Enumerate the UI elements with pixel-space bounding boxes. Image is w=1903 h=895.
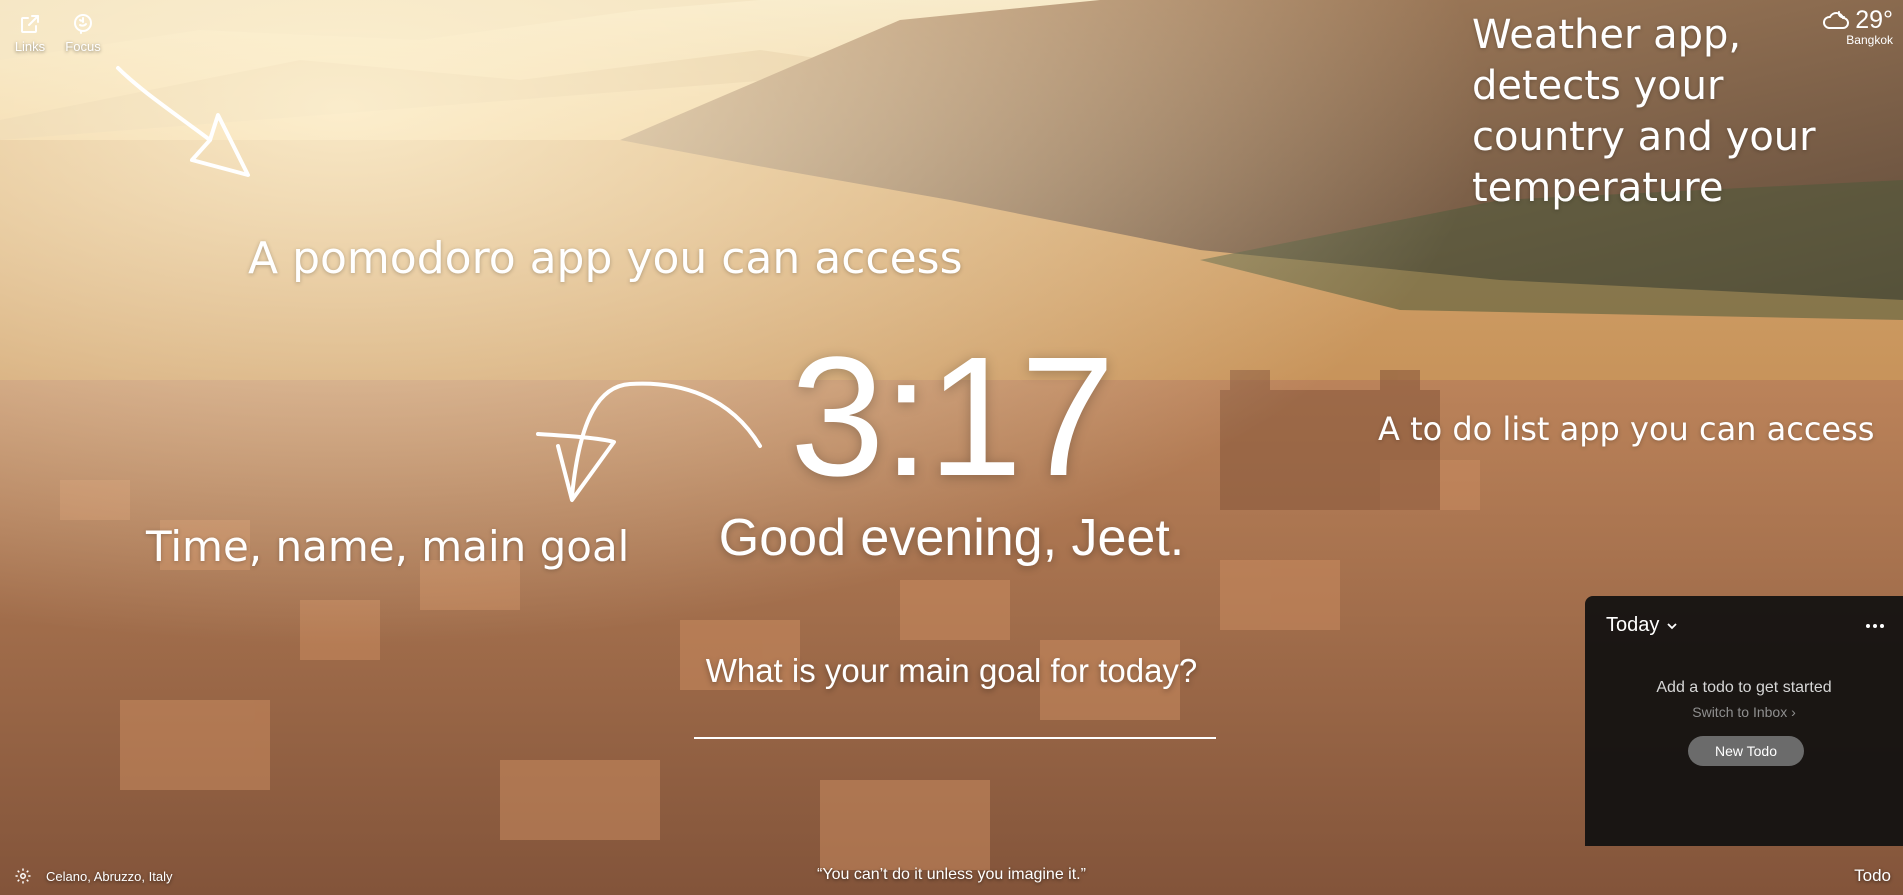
more-horizontal-icon [1866,624,1884,628]
todo-header: Today [1606,614,1660,636]
todo-list-selector[interactable]: Today [1606,614,1679,637]
brain-icon [74,14,92,34]
arrow-annotation-icon [116,66,250,177]
focus-button[interactable]: Focus [61,12,105,54]
links-label: Links [14,39,46,54]
external-link-icon [21,15,39,33]
clock[interactable]: 3:17 [0,332,1903,502]
weather-annotation-line: temperature [1472,165,1724,211]
switch-to-inbox-label: Switch to Inbox [1692,704,1788,720]
switch-to-inbox-link[interactable]: Switch to Inbox › [1585,704,1903,720]
weather-annotation-line: Weather app, [1472,12,1742,58]
weather-location: Bangkok [1846,33,1893,47]
greeting[interactable]: Good evening, Jeet. [0,508,1903,568]
focus-label: Focus [65,39,101,54]
pomodoro-annotation: A pomodoro app you can access [248,233,963,284]
weather-annotation: Weather app, detects your country and yo… [1472,10,1816,214]
todo-empty-message: Add a todo to get started [1656,679,1832,696]
daily-quote[interactable]: “You can’t do it unless you imagine it.” [0,866,1903,884]
weather-annotation-line: country and your [1472,114,1816,160]
todo-more-button[interactable] [1865,616,1885,634]
weather-temperature: 29° [1855,6,1893,34]
chevron-right-icon: › [1791,704,1796,720]
todo-toggle-button[interactable]: Todo [1854,866,1891,886]
chevron-down-icon [1667,622,1678,629]
links-button[interactable]: Links [8,12,52,54]
cloud-moon-icon [1823,10,1850,29]
weather-widget[interactable]: 29° Bangkok [1821,6,1893,47]
weather-annotation-line: detects your [1472,63,1724,109]
new-todo-button[interactable]: New Todo [1688,736,1804,766]
todo-panel: Today Add a todo to get started Switch t… [1585,596,1903,846]
goal-input[interactable] [694,737,1216,739]
